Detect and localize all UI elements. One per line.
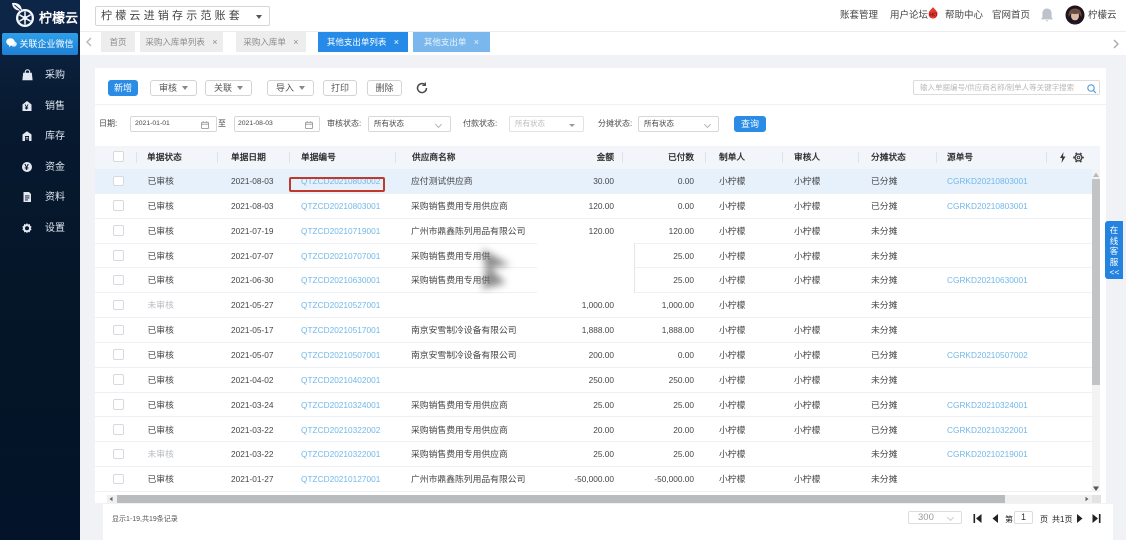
- svg-text:¥: ¥: [25, 104, 29, 111]
- svg-text:柠檬云: 柠檬云: [39, 11, 78, 26]
- svg-text:¥: ¥: [24, 162, 29, 171]
- svg-text:HOT: HOT: [929, 13, 938, 19]
